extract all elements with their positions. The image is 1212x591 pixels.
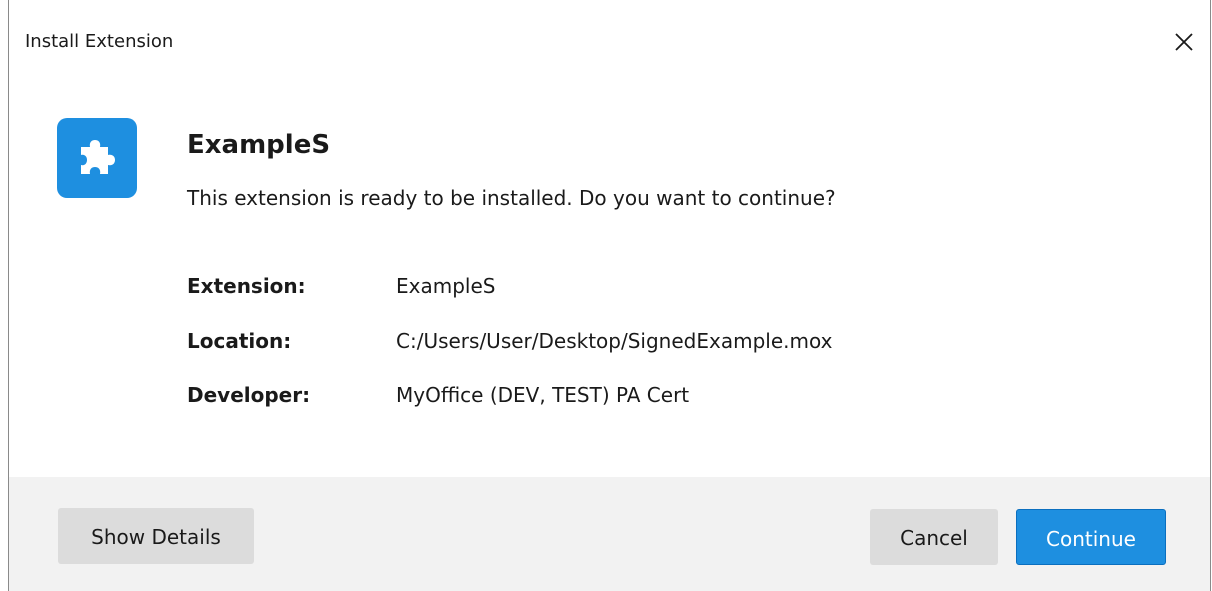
dialog-title: Install Extension [25, 31, 174, 52]
close-icon [1175, 33, 1193, 51]
detail-label: Location: [187, 329, 292, 353]
cancel-button[interactable]: Cancel [870, 509, 998, 565]
puzzle-icon [81, 140, 115, 174]
extension-icon-tile [57, 118, 137, 198]
continue-button[interactable]: Continue [1016, 509, 1166, 565]
show-details-button[interactable]: Show Details [58, 508, 254, 564]
install-extension-dialog: Install Extension ExampleS This extensio… [8, 0, 1211, 591]
detail-label: Extension: [187, 274, 306, 298]
close-button[interactable] [1166, 24, 1202, 60]
detail-value: ExampleS [396, 274, 496, 298]
extension-name-heading: ExampleS [187, 130, 331, 160]
detail-value: MyOffice (DEV, TEST) PA Cert [396, 383, 690, 407]
dialog-footer: Show Details Cancel Continue [9, 477, 1210, 591]
ready-message: This extension is ready to be installed.… [187, 186, 836, 210]
title-bar: Install Extension [9, 0, 1210, 84]
detail-label: Developer: [187, 383, 311, 407]
detail-value: C:/Users/User/Desktop/SignedExample.mox [396, 329, 833, 353]
